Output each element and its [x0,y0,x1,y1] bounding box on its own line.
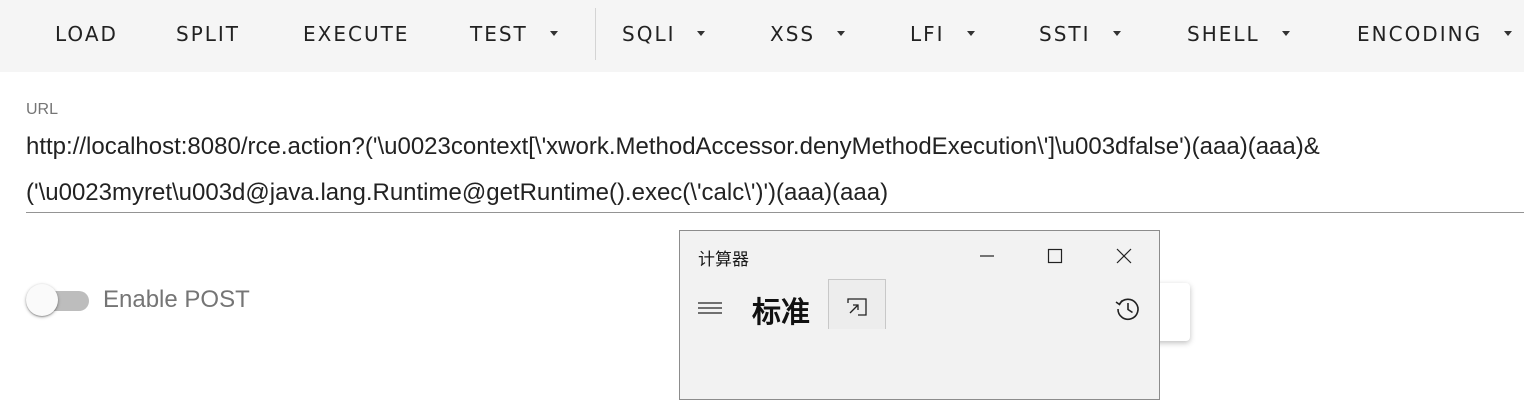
keep-on-top-button[interactable] [828,279,886,329]
url-value-line-2: ('\u0023myret\u003d@java.lang.Runtime@ge… [26,179,889,206]
sqli-menu-button[interactable]: SQLI [622,0,706,68]
xss-menu-button[interactable]: XSS [770,0,846,68]
url-field-underline [26,212,1524,213]
maximize-button[interactable] [1032,239,1078,273]
caret-down-icon [549,30,558,36]
calculator-title: 计算器 [698,250,749,270]
hamburger-menu-icon [698,302,722,314]
calculator-menu-button[interactable] [694,293,724,323]
history-icon [1115,298,1139,321]
split-button[interactable]: SPLIT [176,0,240,68]
history-button[interactable] [1114,295,1142,323]
load-button[interactable]: LOAD [55,0,118,68]
encoding-menu-button[interactable]: ENCODING [1357,0,1513,68]
maximize-icon [1047,248,1063,264]
keep-on-top-icon [847,298,867,316]
sqli-menu-label: SQLI [622,22,676,46]
shell-menu-label: SHELL [1187,22,1260,46]
ssti-menu-label: SSTI [1039,22,1091,46]
shell-menu-button[interactable]: SHELL [1187,0,1290,68]
url-field-label: URL [26,101,59,118]
url-textarea[interactable]: http://localhost:8080/rce.action?('\u002… [26,124,1516,216]
test-menu-label: TEST [470,22,528,46]
caret-down-icon [1504,30,1513,36]
caret-down-icon [1281,30,1290,36]
split-button-label: SPLIT [176,22,241,46]
xss-menu-label: XSS [770,22,816,46]
test-menu-button[interactable]: TEST [470,0,558,68]
lfi-menu-label: LFI [910,22,945,46]
caret-down-icon [966,30,975,36]
enable-post-label: Enable POST [103,286,250,313]
ssti-menu-button[interactable]: SSTI [1039,0,1121,68]
calculator-window: 计算器 标准 [679,230,1160,400]
toolbar: LOAD SPLIT EXECUTE TEST SQLI XSS LFI SST… [0,0,1524,72]
minimize-button[interactable] [964,239,1010,273]
url-value-line-1: http://localhost:8080/rce.action?('\u002… [26,133,1320,160]
caret-down-icon [837,30,846,36]
toolbar-divider [595,8,596,60]
close-icon [1116,248,1132,264]
load-button-label: LOAD [55,22,118,46]
caret-down-icon [1112,30,1121,36]
lfi-menu-button[interactable]: LFI [910,0,975,68]
execute-button[interactable]: EXECUTE [303,0,409,68]
execute-button-label: EXECUTE [303,22,410,46]
minimize-icon [980,255,994,257]
encoding-menu-label: ENCODING [1357,22,1483,46]
close-button[interactable] [1101,239,1147,273]
enable-post-toggle-thumb[interactable] [26,284,58,316]
calculator-mode-title: 标准 [752,295,811,329]
caret-down-icon [697,30,706,36]
